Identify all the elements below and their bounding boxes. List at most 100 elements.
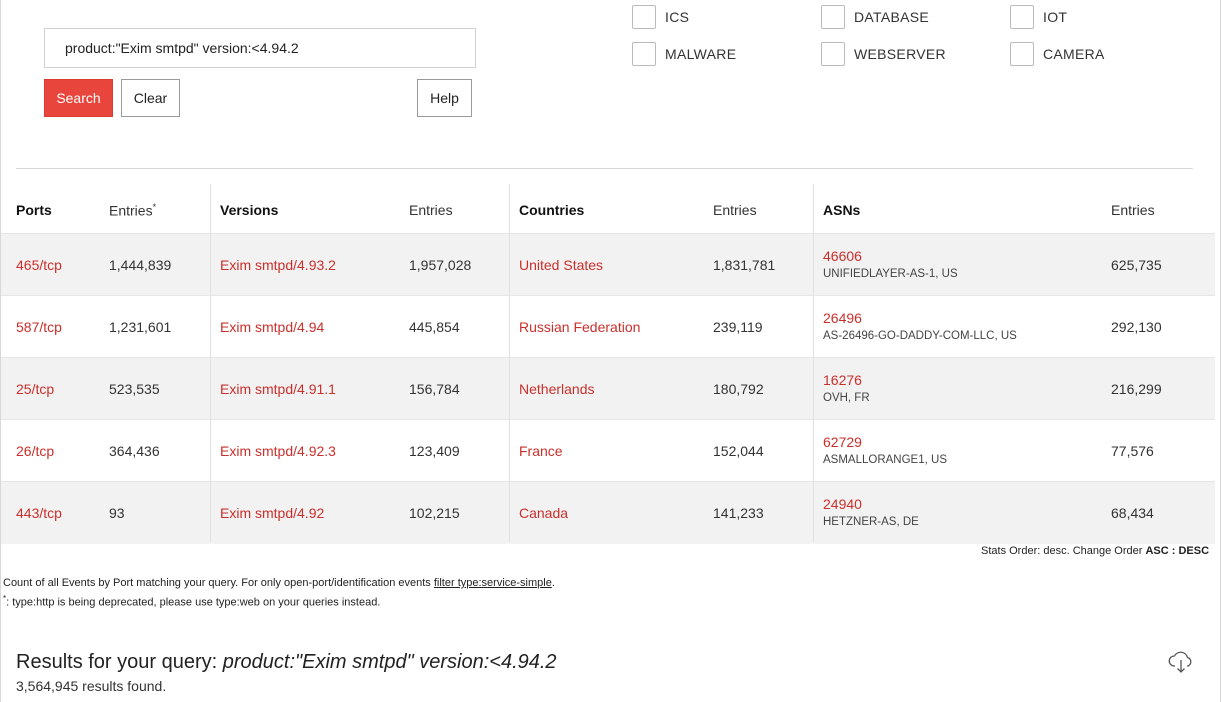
filter-webserver-label: WEBSERVER [854, 46, 946, 62]
asn-entries: 292,130 [1111, 319, 1162, 335]
asn-link[interactable]: 16276 [823, 372, 862, 388]
results-title-query: product:"Exim smtpd" version:<4.94.2 [222, 651, 557, 673]
order-desc-link[interactable]: DESC [1178, 545, 1209, 557]
country-link[interactable]: Canada [519, 505, 568, 521]
filter-malware-label: MALWARE [665, 46, 737, 62]
count-note: Count of all Events by Port matching you… [3, 577, 555, 589]
ports-entries-header: Entries* [109, 202, 156, 219]
filter-service-simple-link[interactable]: filter type:service-simple [434, 577, 552, 589]
version-link[interactable]: Exim smtpd/4.91.1 [220, 381, 336, 397]
version-entries: 156,784 [409, 381, 460, 397]
table-row [1, 358, 1215, 420]
search-input[interactable] [44, 28, 476, 68]
asn-name: AS-26496-GO-DADDY-COM-LLC, US [823, 330, 1017, 342]
port-link[interactable]: 443/tcp [16, 505, 62, 521]
filter-iot-label: IOT [1043, 9, 1068, 25]
column-separator [509, 184, 510, 542]
table-row [1, 420, 1215, 482]
port-link[interactable]: 25/tcp [16, 381, 54, 397]
country-link[interactable]: Russian Federation [519, 319, 640, 335]
filter-camera[interactable]: CAMERA [1010, 42, 1105, 66]
filter-iot-checkbox[interactable] [1010, 5, 1034, 29]
stats-order-prefix: Stats Order: desc. Change Order [981, 545, 1146, 557]
results-title: Results for your query: product:"Exim sm… [16, 651, 557, 674]
filter-webserver-checkbox[interactable] [821, 42, 845, 66]
asns-header: ASNs [823, 202, 861, 218]
footnote-mark: * [152, 202, 157, 212]
port-entries: 364,436 [109, 443, 160, 459]
country-entries: 180,792 [713, 381, 764, 397]
stats-order: Stats Order: desc. Change Order ASC : DE… [981, 545, 1209, 557]
port-entries: 93 [109, 505, 125, 521]
asn-entries: 625,735 [1111, 257, 1162, 273]
filter-database-label: DATABASE [854, 9, 930, 25]
filter-camera-checkbox[interactable] [1010, 42, 1034, 66]
count-note-end: . [551, 577, 555, 589]
asn-name: ASMALLORANGE1, US [823, 454, 947, 466]
filter-malware[interactable]: MALWARE [632, 42, 736, 66]
scrollbar-track[interactable] [1220, 0, 1221, 702]
filter-malware-checkbox[interactable] [632, 42, 656, 66]
port-link[interactable]: 26/tcp [16, 443, 54, 459]
help-button[interactable]: Help [417, 79, 472, 117]
filter-database[interactable]: DATABASE [821, 5, 929, 29]
asn-name: OVH, FR [823, 392, 870, 404]
row-separator [1, 233, 1215, 234]
table-row [1, 234, 1215, 296]
column-separator [210, 184, 211, 542]
row-separator [1, 419, 1215, 420]
results-title-prefix: Results for your query: [16, 651, 223, 673]
asn-link[interactable]: 26496 [823, 310, 862, 326]
port-link[interactable]: 587/tcp [16, 319, 62, 335]
filter-webserver[interactable]: WEBSERVER [821, 42, 946, 66]
cloud-download-icon[interactable] [1168, 650, 1194, 674]
row-separator [1, 295, 1215, 296]
row-separator [1, 481, 1215, 482]
asn-entries: 77,576 [1111, 443, 1154, 459]
country-link[interactable]: United States [519, 257, 603, 273]
version-entries: 102,215 [409, 505, 460, 521]
asn-entries: 68,434 [1111, 505, 1154, 521]
asn-name: UNIFIEDLAYER-AS-1, US [823, 268, 958, 280]
country-entries: 141,233 [713, 505, 764, 521]
search-button[interactable]: Search [44, 79, 113, 117]
filter-ics-label: ICS [665, 9, 690, 25]
country-entries: 239,119 [713, 319, 763, 335]
deprecation-note: *: type:http is being deprecated, please… [3, 594, 380, 609]
count-note-text: Count of all Events by Port matching you… [3, 577, 434, 589]
asns-entries-header: Entries [1111, 202, 1155, 218]
ports-header: Ports [16, 202, 52, 218]
asn-name: HETZNER-AS, DE [823, 516, 919, 528]
column-separator [813, 184, 814, 542]
filter-ics-checkbox[interactable] [632, 5, 656, 29]
versions-header: Versions [220, 202, 279, 218]
port-entries: 1,444,839 [109, 257, 172, 273]
country-link[interactable]: Netherlands [519, 381, 595, 397]
version-link[interactable]: Exim smtpd/4.92 [220, 505, 324, 521]
clear-button[interactable]: Clear [121, 79, 180, 117]
country-entries: 152,044 [713, 443, 764, 459]
table-row [1, 482, 1215, 544]
port-entries: 1,231,601 [109, 319, 172, 335]
version-entries: 123,409 [409, 443, 460, 459]
filter-iot[interactable]: IOT [1010, 5, 1067, 29]
ports-entries-header-label: Entries [109, 202, 153, 219]
asn-entries: 216,299 [1111, 381, 1162, 397]
filter-database-checkbox[interactable] [821, 5, 845, 29]
port-entries: 523,535 [109, 381, 160, 397]
version-link[interactable]: Exim smtpd/4.94 [220, 319, 324, 335]
row-separator [1, 357, 1215, 358]
countries-header: Countries [519, 202, 585, 218]
version-link[interactable]: Exim smtpd/4.93.2 [220, 257, 336, 273]
version-link[interactable]: Exim smtpd/4.92.3 [220, 443, 336, 459]
port-link[interactable]: 465/tcp [16, 257, 62, 273]
order-asc-link[interactable]: ASC [1145, 545, 1168, 557]
filter-ics[interactable]: ICS [632, 5, 689, 29]
version-entries: 445,854 [409, 319, 460, 335]
deprecation-note-text: : type:http is being deprecated, please … [6, 596, 381, 609]
country-link[interactable]: France [519, 443, 563, 459]
asn-link[interactable]: 24940 [823, 496, 862, 512]
asn-link[interactable]: 62729 [823, 434, 862, 450]
results-count: 3,564,945 results found. [16, 678, 167, 694]
asn-link[interactable]: 46606 [823, 248, 862, 264]
